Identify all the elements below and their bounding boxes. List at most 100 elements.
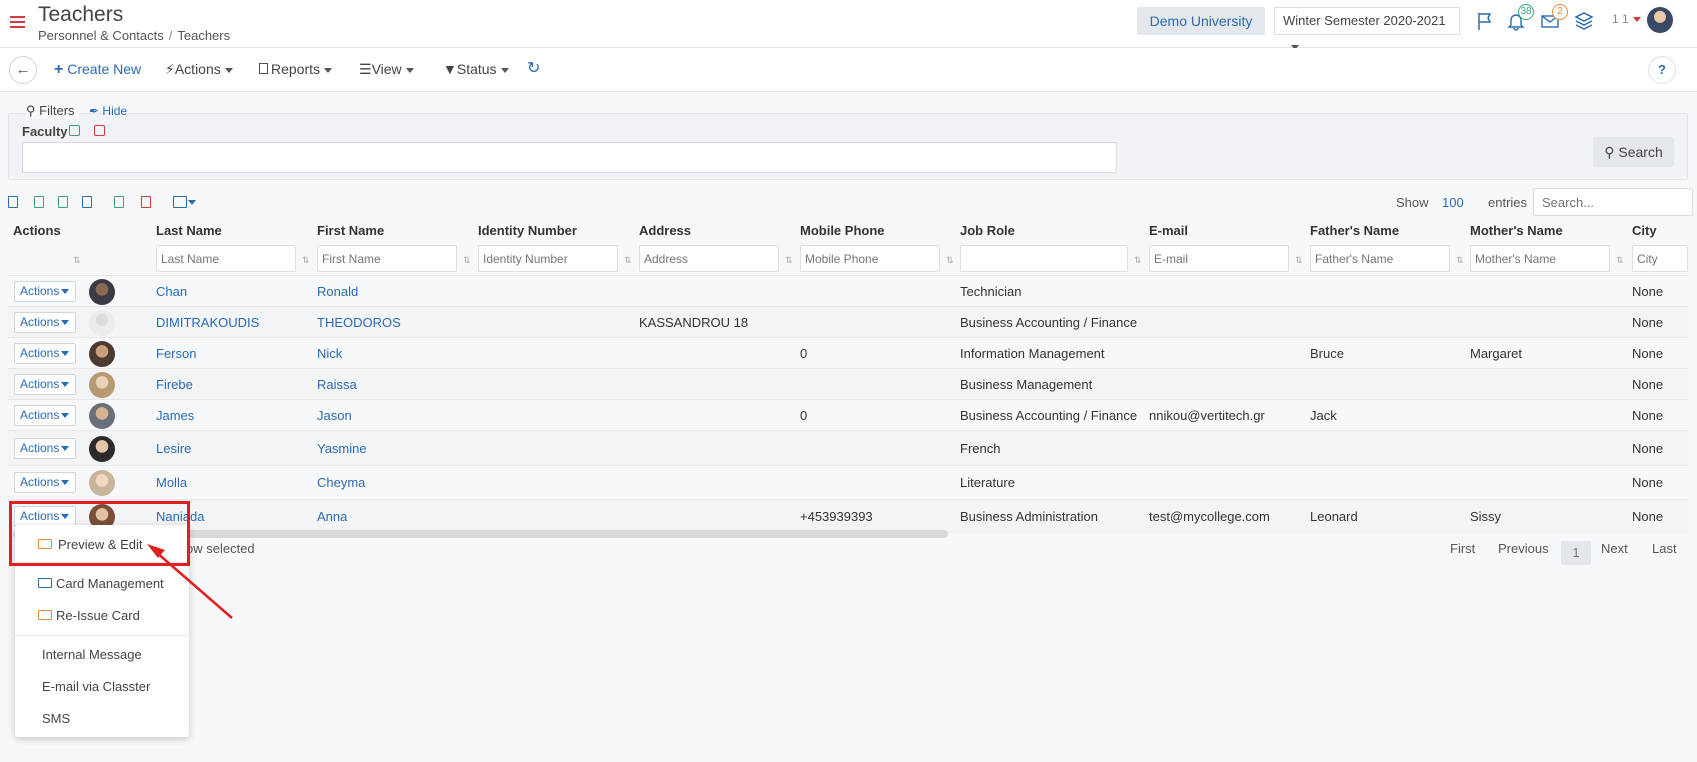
create-new-button[interactable]: + Create New <box>54 61 141 79</box>
row-actions-button[interactable]: Actions <box>14 343 76 364</box>
cell-city: None <box>1632 475 1664 490</box>
row-actions-button[interactable]: Actions <box>14 405 76 426</box>
search-button[interactable]: ⚲ Search <box>1593 137 1674 167</box>
filter-fathers-name-input[interactable] <box>1310 245 1450 272</box>
menu-item-reissue-card[interactable]: Re-Issue Card <box>56 608 140 623</box>
menu-item-email-classter[interactable]: E-mail via Classter <box>42 679 150 694</box>
user-menu[interactable]: 1 1 <box>1612 12 1641 26</box>
sort-icon[interactable]: ⇅ <box>946 255 954 266</box>
sort-icon[interactable]: ⇅ <box>463 255 471 266</box>
row-actions-button[interactable]: Actions <box>14 374 76 395</box>
layers-add-icon[interactable] <box>1573 11 1595 31</box>
cell-first-name[interactable]: Cheyma <box>317 475 365 490</box>
flag-icon[interactable] <box>1474 11 1496 31</box>
avatar <box>89 372 115 398</box>
row-actions-button[interactable]: Actions <box>14 438 76 459</box>
cell-first-name[interactable]: Yasmine <box>317 441 367 456</box>
col-header-mobile-phone[interactable]: Mobile Phone <box>800 223 885 238</box>
pagination-last[interactable]: Last <box>1652 541 1677 556</box>
row-actions-button[interactable]: Actions <box>14 472 76 493</box>
table-row: Actions Molla Cheyma Literature None <box>8 465 1688 499</box>
reports-menu-button[interactable]: Reports <box>259 61 333 77</box>
deselect-rows-icon[interactable] <box>141 196 151 208</box>
menu-item-internal-message[interactable]: Internal Message <box>42 647 142 662</box>
cell-first-name[interactable]: THEODOROS <box>317 315 401 330</box>
view-menu-button[interactable]: ☰View <box>359 61 414 78</box>
col-header-email[interactable]: E-mail <box>1149 223 1188 238</box>
hamburger-menu-icon[interactable] <box>10 16 25 29</box>
excel-export-icon[interactable] <box>34 196 44 208</box>
col-header-fathers-name[interactable]: Father's Name <box>1310 223 1399 238</box>
row-actions-button[interactable]: Actions <box>14 312 76 333</box>
chevron-down-icon[interactable] <box>188 200 196 205</box>
menu-item-card-management[interactable]: Card Management <box>56 576 164 591</box>
row-actions-button[interactable]: Actions <box>14 281 76 302</box>
cell-first-name[interactable]: Jason <box>317 408 352 423</box>
cell-first-name[interactable]: Anna <box>317 509 347 524</box>
filter-address-input[interactable] <box>639 245 779 272</box>
cell-last-name[interactable]: Molla <box>156 475 187 490</box>
refresh-icon[interactable]: ↻ <box>527 58 540 78</box>
col-header-identity-number[interactable]: Identity Number <box>478 223 577 238</box>
sort-icon[interactable]: ⇅ <box>1295 255 1303 266</box>
columns-icon[interactable] <box>173 196 187 208</box>
sort-icon[interactable]: ⇅ <box>785 255 793 266</box>
help-button[interactable]: ? <box>1648 56 1676 84</box>
col-header-job-role[interactable]: Job Role <box>960 223 1015 238</box>
cell-mobile-phone: 0 <box>800 408 808 423</box>
cell-last-name[interactable]: Lesire <box>156 441 191 456</box>
hide-filters-link[interactable]: ✒ Hide <box>89 104 127 118</box>
cell-first-name[interactable]: Ronald <box>317 284 358 299</box>
deselect-all-checkbox-icon[interactable] <box>94 125 105 136</box>
pagination-previous[interactable]: Previous <box>1498 541 1549 556</box>
messages-button[interactable]: 2 <box>1540 4 1568 31</box>
user-avatar[interactable] <box>1647 7 1673 33</box>
col-header-address[interactable]: Address <box>639 223 691 238</box>
pagination-first[interactable]: First <box>1450 541 1475 556</box>
copy-icon[interactable] <box>82 196 92 208</box>
filter-email-input[interactable] <box>1149 245 1289 272</box>
col-header-mothers-name[interactable]: Mother's Name <box>1470 223 1563 238</box>
table-search-input[interactable] <box>1533 188 1693 216</box>
col-header-last-name[interactable]: Last Name <box>156 223 222 238</box>
cell-first-name[interactable]: Nick <box>317 346 342 361</box>
pagination-next[interactable]: Next <box>1601 541 1628 556</box>
print-icon[interactable] <box>8 196 18 208</box>
col-header-first-name[interactable]: First Name <box>317 223 384 238</box>
select-all-rows-icon[interactable] <box>114 196 124 208</box>
notifications-button[interactable]: 38 <box>1506 4 1534 31</box>
filter-city-input[interactable] <box>1632 245 1688 272</box>
filter-last-name-input[interactable] <box>156 245 296 272</box>
page-size-select[interactable]: 100 <box>1442 195 1464 210</box>
filter-identity-number-input[interactable] <box>478 245 618 272</box>
actions-menu-button[interactable]: ⚡︎Actions <box>165 61 233 78</box>
sort-icon[interactable]: ⇅ <box>624 255 632 266</box>
sort-icon[interactable]: ⇅ <box>1616 255 1624 266</box>
status-menu-button[interactable]: ▼︎Status <box>443 61 509 77</box>
csv-export-icon[interactable] <box>58 196 68 208</box>
filter-first-name-input[interactable] <box>317 245 457 272</box>
cell-last-name[interactable]: Chan <box>156 284 187 299</box>
cell-first-name[interactable]: Raissa <box>317 377 357 392</box>
col-header-city[interactable]: City <box>1632 223 1657 238</box>
filter-mothers-name-input[interactable] <box>1470 245 1610 272</box>
sort-icon[interactable]: ⇅ <box>302 255 310 266</box>
back-button[interactable]: ← <box>9 56 37 84</box>
menu-item-sms[interactable]: SMS <box>42 711 70 726</box>
faculty-input[interactable] <box>22 142 1117 173</box>
filter-mobile-phone-input[interactable] <box>800 245 940 272</box>
pagination-current-page[interactable]: 1 <box>1561 541 1591 565</box>
university-button[interactable]: Demo University <box>1137 7 1265 35</box>
sort-icon[interactable]: ⇅ <box>1456 255 1464 266</box>
filter-job-role-input[interactable] <box>960 245 1128 272</box>
sort-icon[interactable]: ⇅ <box>73 255 81 266</box>
cell-last-name[interactable]: James <box>156 408 194 423</box>
select-all-checkbox-icon[interactable] <box>69 125 80 136</box>
sort-icon[interactable]: ⇅ <box>1134 255 1142 266</box>
cell-last-name[interactable]: Ferson <box>156 346 196 361</box>
semester-select[interactable]: Winter Semester 2020-2021 <box>1274 7 1460 51</box>
cell-last-name[interactable]: Firebe <box>156 377 193 392</box>
hide-label: Hide <box>102 104 128 118</box>
breadcrumb-item-personnel[interactable]: Personnel & Contacts <box>38 28 164 43</box>
cell-last-name[interactable]: DIMITRAKOUDIS <box>156 315 259 330</box>
